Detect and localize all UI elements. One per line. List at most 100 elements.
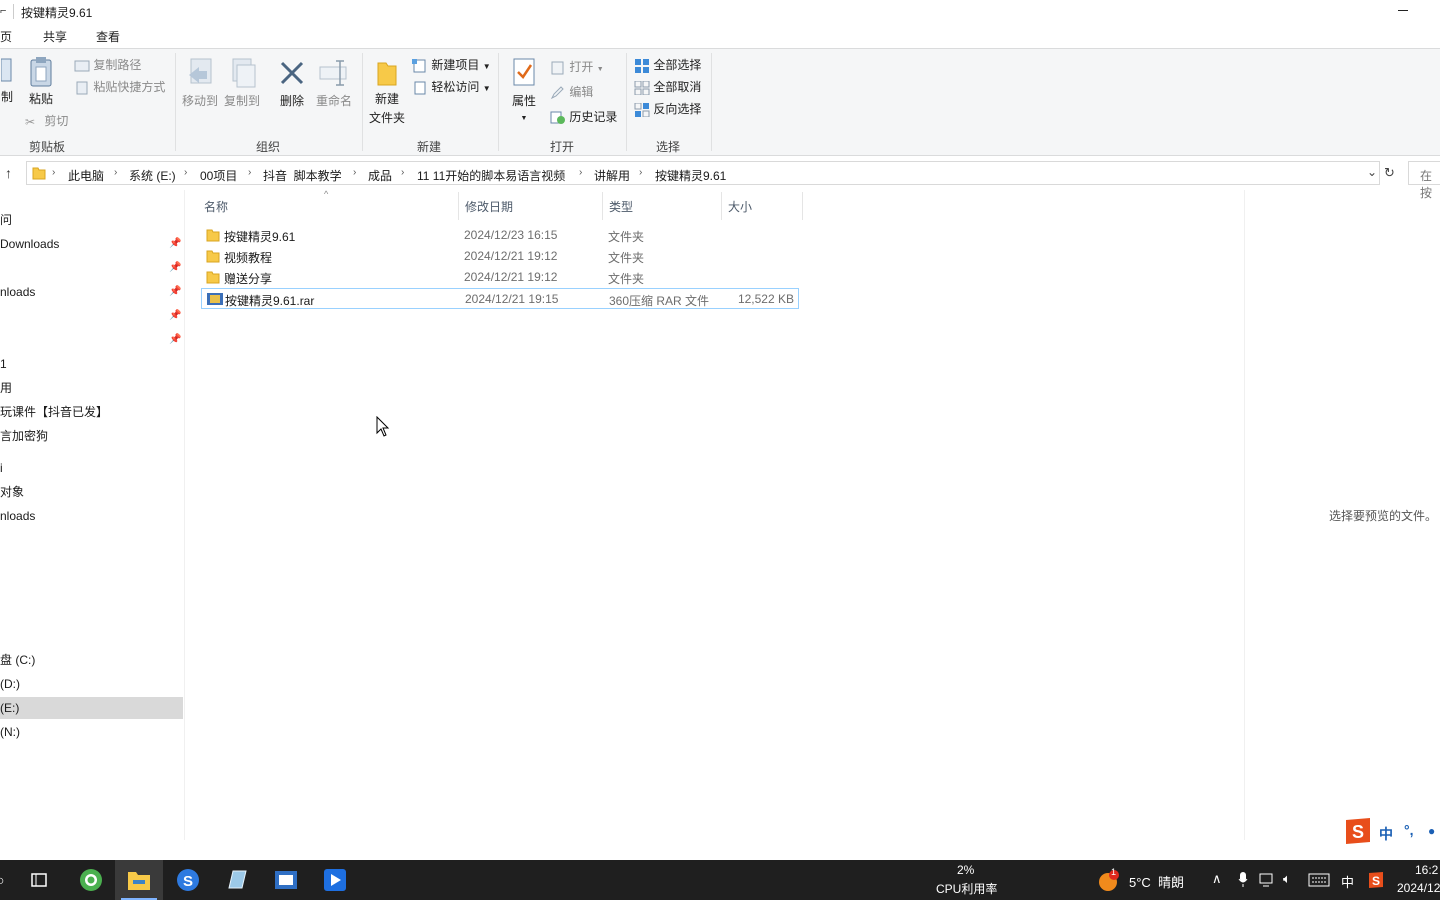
tab-view[interactable]: 查看 bbox=[96, 28, 120, 45]
clock-time[interactable]: 16:2 bbox=[1415, 863, 1438, 877]
breadcrumb-chevron-icon[interactable]: › bbox=[184, 167, 187, 178]
task-view-icon[interactable] bbox=[31, 873, 49, 887]
column-header-type[interactable]: 类型 bbox=[609, 198, 633, 215]
nav-item-courseware[interactable]: 玩课件【抖音已发】 bbox=[0, 401, 108, 423]
column-divider[interactable] bbox=[602, 192, 603, 220]
ime-mode[interactable]: 中 bbox=[1379, 824, 1393, 844]
nav-item-lecture[interactable]: 用 bbox=[0, 377, 12, 399]
punctuation-icon[interactable]: °, bbox=[1404, 822, 1414, 838]
nav-item-drive-d[interactable]: (D:) bbox=[0, 673, 20, 695]
paste-button[interactable]: 粘贴 bbox=[26, 57, 56, 107]
breadcrumb-chevron-icon[interactable]: › bbox=[639, 167, 642, 178]
breadcrumb-drive-e[interactable]: 系统 (E:) bbox=[129, 167, 176, 184]
pin-icon[interactable]: 📌 bbox=[169, 238, 181, 249]
rename-button[interactable]: 重命名 bbox=[314, 57, 354, 109]
breadcrumb-chevron-icon[interactable]: › bbox=[114, 167, 117, 178]
column-divider[interactable] bbox=[802, 192, 803, 220]
nav-item-3d-objects[interactable]: 对象 bbox=[0, 481, 24, 503]
breadcrumb-projects[interactable]: 00项目 bbox=[200, 167, 237, 184]
history-dropdown-icon[interactable]: ⌄ bbox=[1367, 165, 1377, 179]
pin-icon[interactable]: 📌 bbox=[169, 286, 181, 297]
breadcrumb-chevron-icon[interactable]: › bbox=[579, 167, 582, 178]
microphone-icon[interactable] bbox=[1238, 872, 1248, 888]
nav-item-drive-e[interactable]: (E:) bbox=[0, 697, 183, 719]
nav-item-downloads-3[interactable]: nloads bbox=[0, 505, 35, 527]
nav-item-this-pc[interactable]: i bbox=[0, 457, 3, 479]
up-arrow-icon[interactable]: ↑ bbox=[5, 165, 12, 181]
system-menu-icon[interactable]: ⌐ bbox=[0, 5, 10, 17]
select-none-button[interactable]: 全部取消 bbox=[634, 77, 701, 97]
new-folder-button[interactable]: 新建 文件夹 bbox=[366, 57, 408, 126]
easy-access-button[interactable]: 轻松访问 ▼ bbox=[412, 77, 491, 97]
copy-to-button[interactable]: 复制到 bbox=[222, 57, 262, 109]
taskbar-app-window[interactable] bbox=[262, 860, 310, 900]
properties-button[interactable]: 属性 ▼ bbox=[506, 57, 542, 123]
nav-item-dongle[interactable]: 言加密狗 bbox=[0, 425, 48, 447]
copy-label: 制 bbox=[0, 90, 13, 104]
sogou-tray-icon[interactable]: S bbox=[1368, 871, 1384, 889]
volume-icon[interactable]: 🔈︎ bbox=[1283, 871, 1291, 887]
tab-home[interactable]: 页 bbox=[0, 28, 13, 45]
breadcrumb-chevron-icon[interactable]: › bbox=[353, 167, 356, 178]
taskbar-file-explorer[interactable] bbox=[115, 860, 163, 900]
taskbar-notepad[interactable] bbox=[213, 860, 261, 900]
open-button[interactable]: 打开 ▼ bbox=[550, 57, 604, 77]
copy-path-button[interactable]: 复制路径 bbox=[74, 55, 141, 75]
cut-button[interactable]: ✂ 剪切 bbox=[25, 111, 68, 131]
select-all-button[interactable]: 全部选择 bbox=[634, 55, 701, 75]
address-input[interactable]: › 此电脑 › 系统 (E:) › 00项目 › 抖音 脚本教学 › 成品 › … bbox=[26, 161, 1380, 185]
show-hidden-icons-icon[interactable]: ∧ bbox=[1212, 871, 1222, 887]
nav-item-quick-access[interactable]: 问 bbox=[0, 209, 12, 231]
breadcrumb-lecture[interactable]: 讲解用 bbox=[594, 167, 630, 184]
breadcrumb-current[interactable]: 按键精灵9.61 bbox=[655, 167, 726, 184]
search-icon[interactable]: ○ bbox=[0, 872, 4, 888]
keyboard-icon[interactable] bbox=[1308, 873, 1330, 887]
invert-selection-button[interactable]: 反向选择 bbox=[634, 99, 701, 119]
taskbar-sogou[interactable]: S bbox=[164, 860, 212, 900]
minimize-button[interactable] bbox=[1380, 0, 1426, 24]
column-divider[interactable] bbox=[458, 192, 459, 220]
move-to-button[interactable]: 移动到 bbox=[180, 57, 220, 109]
breadcrumb-douyin-scripts[interactable]: 抖音 脚本教学 bbox=[263, 167, 342, 184]
column-divider[interactable] bbox=[721, 192, 722, 220]
pin-icon[interactable]: 📌 bbox=[169, 262, 181, 273]
microphone-icon[interactable]: ● bbox=[1428, 824, 1435, 838]
network-icon[interactable] bbox=[1259, 873, 1277, 887]
nav-item-folder-1[interactable]: 1 bbox=[0, 353, 7, 375]
breadcrumb-chevron-icon[interactable]: › bbox=[248, 167, 251, 178]
file-row[interactable]: 视频教程 2024/12/21 19:12 文件夹 bbox=[201, 246, 799, 267]
pin-icon[interactable]: 📌 bbox=[169, 310, 181, 321]
breadcrumb-chevron-icon[interactable]: › bbox=[401, 167, 404, 178]
pin-icon[interactable]: 📌 bbox=[169, 334, 181, 345]
history-button[interactable]: 历史记录 bbox=[550, 107, 617, 127]
breadcrumb-finished[interactable]: 成品 bbox=[368, 167, 392, 184]
refresh-icon[interactable]: ↻ bbox=[1384, 165, 1395, 181]
column-header-name[interactable]: 名称 bbox=[204, 198, 228, 215]
breadcrumb-chevron-icon[interactable]: › bbox=[52, 167, 55, 178]
nav-item-downloads-2[interactable]: nloads bbox=[0, 281, 35, 303]
file-row[interactable]: 按键精灵9.61.rar 2024/12/21 19:15 360压缩 RAR … bbox=[201, 288, 799, 309]
nav-item-downloads[interactable]: Downloads bbox=[0, 233, 59, 255]
column-header-size[interactable]: 大小 bbox=[728, 198, 752, 215]
clock-date[interactable]: 2024/12 bbox=[1397, 881, 1440, 895]
edit-button[interactable]: 编辑 bbox=[550, 82, 593, 102]
taskbar-video-player[interactable] bbox=[311, 860, 359, 900]
search-input[interactable]: 在 按 bbox=[1408, 161, 1440, 200]
paste-shortcut-button[interactable]: 粘贴快捷方式 bbox=[74, 77, 165, 97]
nav-item-drive-n[interactable]: (N:) bbox=[0, 721, 20, 743]
column-header-date[interactable]: 修改日期 bbox=[465, 198, 513, 215]
weather-sun-icon[interactable] bbox=[1098, 870, 1120, 892]
new-item-button[interactable]: 新建项目 ▼ bbox=[412, 55, 491, 75]
breadcrumb-this-pc[interactable]: 此电脑 bbox=[68, 167, 104, 184]
file-row[interactable]: 赠送分享 2024/12/21 19:12 文件夹 bbox=[201, 267, 799, 288]
input-language[interactable]: 中 bbox=[1341, 872, 1354, 891]
tab-share[interactable]: 共享 bbox=[43, 28, 67, 45]
taskbar-360-browser[interactable] bbox=[67, 860, 115, 900]
file-row[interactable]: 按键精灵9.61 2024/12/23 16:15 文件夹 bbox=[201, 225, 799, 246]
breadcrumb-e-language-videos[interactable]: 11 11开始的脚本易语言视频 bbox=[417, 167, 565, 184]
nav-item-drive-c[interactable]: 盘 (C:) bbox=[0, 649, 35, 671]
weather-text[interactable]: 5°C 晴朗 bbox=[1129, 872, 1184, 891]
sogou-logo-icon[interactable]: S bbox=[1342, 816, 1374, 846]
delete-button[interactable]: 删除 bbox=[274, 57, 310, 109]
copy-button[interactable]: 制 bbox=[0, 57, 14, 105]
